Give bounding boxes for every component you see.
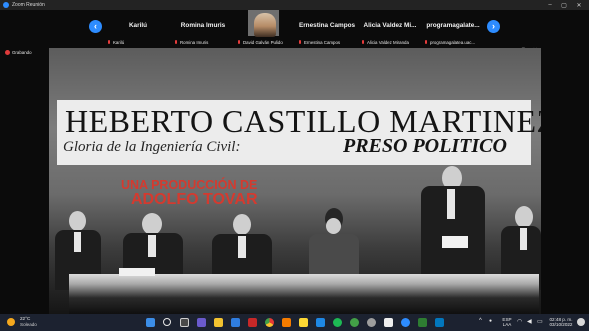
zoom-logo-icon xyxy=(3,2,9,8)
battery-icon[interactable]: ▭ xyxy=(537,318,543,325)
window-title: Zoom Reunión xyxy=(12,2,45,8)
table xyxy=(69,274,539,314)
app-icon[interactable] xyxy=(384,318,393,327)
record-icon xyxy=(5,50,10,55)
participant-label: Karilú xyxy=(107,40,124,45)
mic-muted-icon xyxy=(237,40,241,45)
participant-label: David Galván Pulido xyxy=(237,40,283,45)
maximize-button[interactable]: ▢ xyxy=(559,0,569,10)
weather-temperature[interactable]: 22°C xyxy=(20,316,30,321)
participant-tile[interactable]: Alicia Valdez Mi... Alicia Valdez Mirand… xyxy=(359,10,421,46)
windows-taskbar: 22°C Soleado ^ ● ESP LAA ◠ ◀ ▭ 02:48 p. … xyxy=(0,314,589,331)
participant-tile[interactable]: Romina Imuris Romina Imuris xyxy=(172,10,234,46)
participant-label: Romina Imuris xyxy=(174,40,208,45)
participant-label: programagalatea.uac... xyxy=(424,40,475,45)
minimize-button[interactable]: – xyxy=(545,0,555,10)
participant-strip: ‹ Karilú Karilú Romina Imuris Romina Imu… xyxy=(0,10,589,46)
excel-icon[interactable] xyxy=(418,318,427,327)
previous-page-button[interactable]: ‹ xyxy=(89,20,102,33)
mic-muted-icon xyxy=(174,40,178,45)
word-icon[interactable] xyxy=(316,318,325,327)
recording-indicator: Grabando xyxy=(5,50,32,55)
mail-icon[interactable] xyxy=(231,318,240,327)
participant-tile[interactable]: David Galván Pulido xyxy=(235,10,295,46)
participant-name: programagalate... xyxy=(426,22,480,29)
banner-slogan: PRESO POLITICO xyxy=(343,135,507,157)
participant-tile[interactable]: programagalate... programagalatea.uac... xyxy=(422,10,484,46)
mic-muted-icon xyxy=(107,40,111,45)
chrome-icon[interactable] xyxy=(265,318,274,327)
mic-muted-icon xyxy=(424,40,428,45)
microphone-icon[interactable]: ● xyxy=(489,318,492,324)
zoom-taskbar-icon[interactable] xyxy=(401,318,410,327)
shared-video-frame: HEBERTO CASTILLO MARTINEZ Gloria de la I… xyxy=(49,48,541,314)
volume-icon[interactable]: ◀ xyxy=(527,318,532,325)
participant-name: Romina Imuris xyxy=(180,22,226,29)
next-page-button[interactable]: › xyxy=(487,20,500,33)
file-explorer-icon[interactable] xyxy=(214,318,223,327)
photos-icon[interactable] xyxy=(435,318,444,327)
participant-label: Alicia Valdez Miranda xyxy=(361,40,409,45)
shared-screen: Grabando – ▢ ✕ HEBERTO CASTILLO MARTINEZ… xyxy=(0,46,589,314)
xbox-icon[interactable] xyxy=(350,318,359,327)
chat-icon[interactable] xyxy=(197,318,206,327)
notes-icon[interactable] xyxy=(299,318,308,327)
settings-icon[interactable] xyxy=(367,318,376,327)
banner-subtitle: Gloria de la Ingeniería Civil: xyxy=(63,139,241,155)
participant-tile[interactable]: Ernestina Campos Ernestina Campos xyxy=(296,10,358,46)
credit-line: UNA PRODUCCIÓN DE xyxy=(121,178,258,192)
search-icon[interactable] xyxy=(163,318,171,326)
participant-name: Ernestina Campos xyxy=(298,22,356,29)
notification-icon[interactable] xyxy=(577,318,585,326)
mic-muted-icon xyxy=(361,40,365,45)
mic-muted-icon xyxy=(298,40,302,45)
sun-icon[interactable] xyxy=(7,318,15,326)
wifi-icon[interactable]: ◠ xyxy=(517,318,522,325)
credit-name: ADOLFO TOVAR xyxy=(131,191,258,208)
protest-banner: HEBERTO CASTILLO MARTINEZ Gloria de la I… xyxy=(57,100,541,165)
language-indicator[interactable]: ESP LAA xyxy=(499,317,515,327)
clock[interactable]: 02:48 p. m. 03/10/2022 xyxy=(546,317,576,327)
close-button[interactable]: ✕ xyxy=(574,0,584,10)
chevron-up-icon[interactable]: ^ xyxy=(479,318,482,324)
participant-name: Karilú xyxy=(128,22,148,29)
media-app-icon[interactable] xyxy=(248,318,257,327)
participant-name: Alicia Valdez Mi... xyxy=(363,22,417,29)
document-on-table xyxy=(119,268,155,276)
weather-condition[interactable]: Soleado xyxy=(20,322,37,327)
participant-tile[interactable]: Karilú Karilú xyxy=(105,10,171,46)
task-view-icon[interactable] xyxy=(180,318,189,327)
title-bar: Zoom Reunión xyxy=(0,0,589,10)
participant-label: Ernestina Campos xyxy=(298,40,340,45)
start-icon[interactable] xyxy=(146,318,155,327)
spotify-icon[interactable] xyxy=(333,318,342,327)
calculator-icon[interactable] xyxy=(282,318,291,327)
